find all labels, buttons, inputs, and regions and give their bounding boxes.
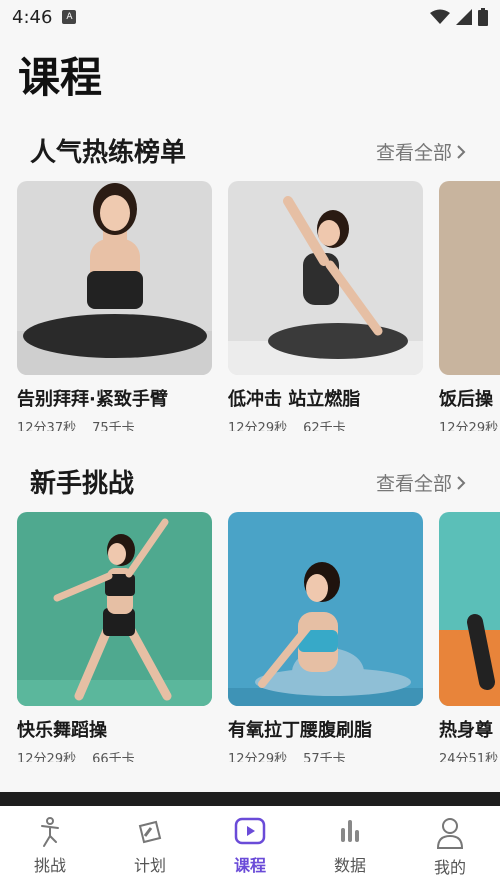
course-title: 告别拜拜·紧致手臂	[17, 389, 168, 410]
tab-challenge[interactable]: 挑战	[0, 806, 100, 888]
course-meta: 12分29秒 66千卡	[17, 748, 212, 762]
course-duration: 12分37秒	[17, 421, 77, 431]
course-title: 低冲击 站立燃脂	[228, 389, 361, 410]
course-thumbnail	[228, 512, 423, 706]
course-meta: 12分29秒 62千卡	[228, 417, 423, 431]
course-title: 有氧拉丁腰腹刷脂	[228, 720, 372, 741]
status-right	[430, 8, 488, 26]
section-title: 人气热练榜单	[30, 138, 187, 168]
course-card[interactable]: 热身尊 24分51秒	[439, 512, 500, 762]
status-bar: 4:46 A	[0, 0, 500, 34]
course-title: 热身尊	[439, 720, 493, 741]
section-title: 新手挑战	[30, 469, 135, 499]
status-time: 4:46	[12, 6, 53, 28]
tab-profile[interactable]: 我的	[400, 806, 500, 888]
tab-label: 挑战	[33, 856, 66, 875]
course-card[interactable]: 快乐舞蹈操 12分29秒 66千卡	[17, 512, 212, 762]
challenge-icon	[41, 817, 59, 847]
course-calories: 62千卡	[303, 421, 346, 431]
tab-label: 数据	[333, 856, 366, 875]
course-thumbnail	[17, 181, 212, 375]
course-duration: 12分29秒	[228, 752, 288, 762]
app-notification-icon: A	[62, 10, 77, 24]
wifi-icon	[430, 9, 450, 24]
section-header-popular: 人气热练榜单 查看全部	[0, 132, 500, 172]
tab-label: 我的	[433, 858, 466, 877]
course-title: 饭后操	[439, 389, 493, 410]
course-title: 快乐舞蹈操	[17, 720, 107, 741]
course-thumbnail	[439, 512, 500, 706]
page-title: 课程	[18, 53, 103, 102]
view-all-button[interactable]: 查看全部	[376, 138, 466, 165]
course-duration: 12分29秒	[17, 752, 77, 762]
view-all-button[interactable]: 查看全部	[376, 469, 466, 496]
course-meta: 12分37秒 75千卡	[17, 417, 212, 431]
course-thumbnail	[17, 512, 212, 706]
course-calories: 57千卡	[303, 752, 346, 762]
course-duration: 12分29秒	[228, 421, 288, 431]
course-card[interactable]: 告别拜拜·紧致手臂 12分37秒 75千卡	[17, 181, 212, 431]
view-all-label: 查看全部	[375, 142, 452, 164]
tab-label: 课程	[233, 856, 266, 875]
course-meta: 12分29秒	[439, 417, 500, 431]
battery-icon	[478, 8, 488, 26]
tab-course[interactable]: 课程	[200, 806, 300, 888]
course-thumbnail	[439, 181, 500, 375]
data-bars-icon	[341, 820, 359, 842]
course-calories: 66千卡	[92, 752, 135, 762]
signal-icon	[456, 9, 472, 25]
chevron-right-icon	[457, 475, 466, 490]
tab-plan[interactable]: 计划	[100, 806, 200, 888]
course-calories: 75千卡	[92, 421, 135, 431]
course-card[interactable]: 饭后操 12分29秒	[439, 181, 500, 431]
course-duration: 24分51秒	[439, 752, 499, 762]
bottom-tab-bar: 挑战 计划 课程 数据 我的	[0, 806, 500, 888]
course-card[interactable]: 有氧拉丁腰腹刷脂 12分29秒 57千卡	[228, 512, 423, 762]
profile-icon	[436, 818, 464, 849]
course-duration: 12分29秒	[439, 421, 499, 431]
card-row-popular: 告别拜拜·紧致手臂 12分37秒 75千卡 低冲击 站立燃脂 12分29秒 62…	[0, 181, 500, 431]
tab-label: 计划	[133, 856, 166, 875]
chevron-right-icon	[457, 144, 466, 159]
course-thumbnail	[228, 181, 423, 375]
course-meta: 12分29秒 57千卡	[228, 748, 423, 762]
course-meta: 24分51秒	[439, 748, 500, 762]
course-card[interactable]: 低冲击 站立燃脂 12分29秒 62千卡	[228, 181, 423, 431]
plan-icon	[138, 820, 162, 844]
card-row-beginner: 快乐舞蹈操 12分29秒 66千卡 有氧拉丁腰腹刷脂 12分29秒 57千卡 热…	[0, 512, 500, 762]
tab-data[interactable]: 数据	[300, 806, 400, 888]
section-header-beginner: 新手挑战 查看全部	[0, 463, 500, 503]
course-play-icon	[234, 817, 266, 845]
view-all-label: 查看全部	[375, 473, 452, 495]
content-divider	[0, 792, 500, 806]
